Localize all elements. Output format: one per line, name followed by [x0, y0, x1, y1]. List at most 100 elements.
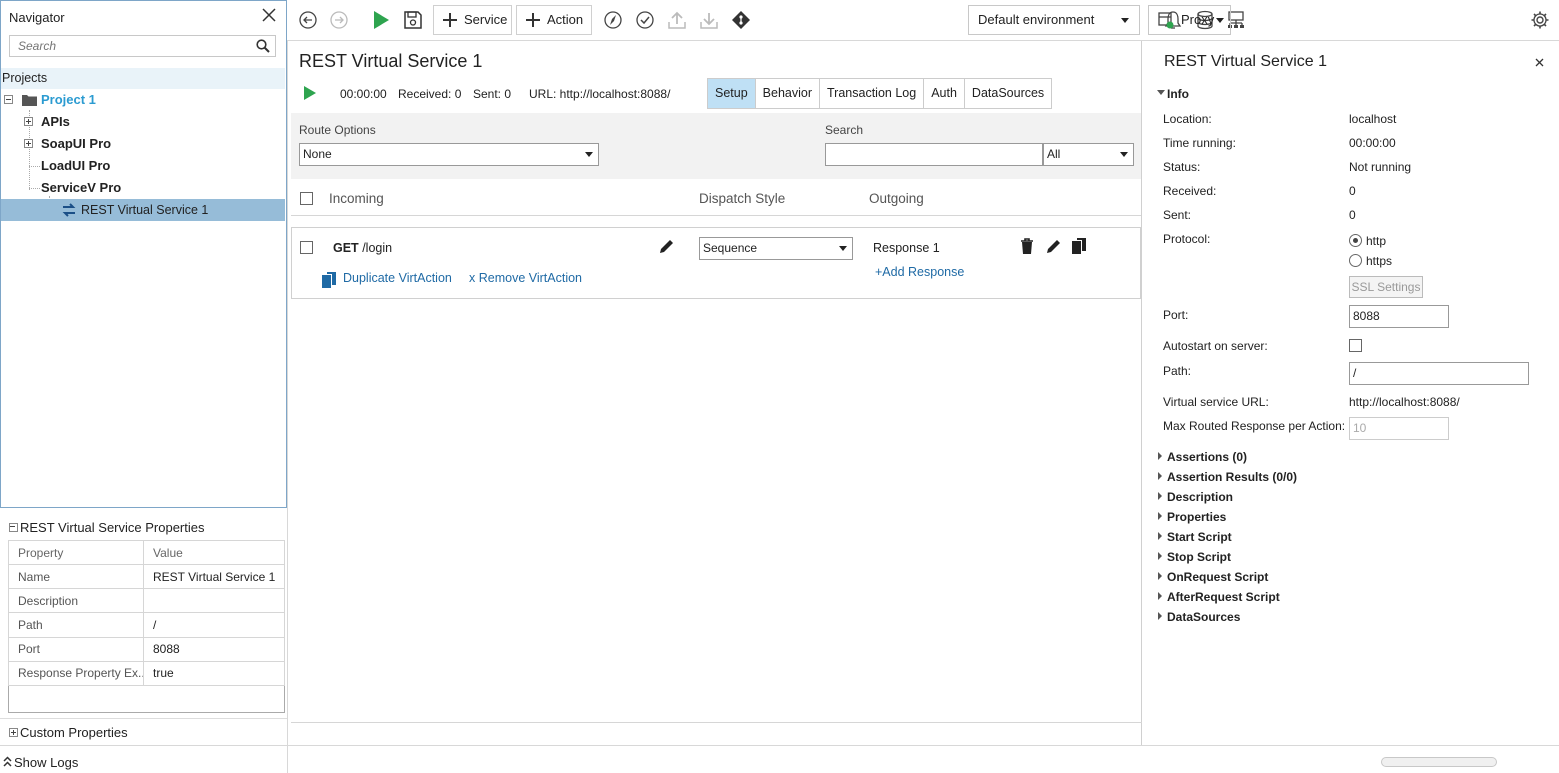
- divider: [291, 215, 1141, 216]
- expand-icon[interactable]: [9, 728, 18, 737]
- tree-item-project[interactable]: Project 1: [41, 89, 96, 111]
- expand-icon[interactable]: [24, 117, 33, 126]
- compass-icon[interactable]: [603, 10, 623, 30]
- remove-virtaction-link[interactable]: x Remove VirtAction: [469, 271, 582, 285]
- run-icon[interactable]: [371, 10, 391, 30]
- tab-setup[interactable]: Setup: [708, 79, 756, 108]
- git-icon[interactable]: [731, 10, 751, 30]
- tree-item-apis[interactable]: APIs: [41, 111, 70, 133]
- status-label: Status:: [1163, 160, 1201, 174]
- chevron-right-icon[interactable]: [1158, 532, 1162, 540]
- table-row[interactable]: Path /: [8, 612, 286, 638]
- chevron-down-icon[interactable]: [1157, 90, 1165, 95]
- chevron-right-icon[interactable]: [1158, 552, 1162, 560]
- response-name[interactable]: Response 1: [873, 241, 940, 255]
- pencil-icon[interactable]: [1045, 238, 1062, 255]
- forward-icon[interactable]: [329, 10, 349, 30]
- add-action-label: Action: [547, 12, 584, 27]
- table-row[interactable]: Name REST Virtual Service 1: [8, 564, 286, 590]
- action-checkbox[interactable]: [300, 241, 313, 254]
- tree-item-loadui[interactable]: LoadUI Pro: [41, 155, 110, 177]
- chevron-right-icon[interactable]: [1158, 512, 1162, 520]
- download-icon[interactable]: [699, 10, 719, 30]
- property-value[interactable]: true: [142, 660, 286, 686]
- pencil-icon[interactable]: [658, 238, 675, 255]
- action-endpoint[interactable]: GET /login: [333, 241, 392, 255]
- search-input[interactable]: [10, 36, 240, 56]
- check-circle-icon[interactable]: [635, 10, 655, 30]
- datasources-section[interactable]: DataSources: [1167, 610, 1240, 624]
- add-response-link[interactable]: +Add Response: [875, 265, 964, 279]
- afterrequest-script-section[interactable]: AfterRequest Script: [1167, 590, 1280, 604]
- description-section[interactable]: Description: [1167, 490, 1233, 504]
- max-routed-field[interactable]: 10: [1349, 417, 1449, 440]
- table-row[interactable]: Response Property Ex... true: [8, 660, 286, 686]
- close-icon[interactable]: [262, 8, 276, 22]
- http-radio[interactable]: [1349, 234, 1362, 247]
- chevron-right-icon[interactable]: [1158, 612, 1162, 620]
- https-radio[interactable]: [1349, 254, 1362, 267]
- collapse-icon[interactable]: [9, 523, 18, 532]
- custom-properties-toggle[interactable]: Custom Properties: [20, 725, 128, 740]
- trash-icon[interactable]: [1020, 238, 1034, 254]
- tab-transaction-log[interactable]: Transaction Log: [820, 79, 925, 108]
- property-value[interactable]: 8088: [142, 636, 286, 662]
- property-value[interactable]: /: [142, 612, 286, 638]
- duplicate-icon[interactable]: [321, 271, 337, 288]
- play-icon[interactable]: [303, 86, 316, 100]
- table-row[interactable]: Description: [8, 588, 286, 614]
- chevron-right-icon[interactable]: [1158, 492, 1162, 500]
- onrequest-script-section[interactable]: OnRequest Script: [1167, 570, 1268, 584]
- horizontal-scrollbar[interactable]: [1381, 757, 1497, 767]
- proxy-button[interactable]: Proxy: [1148, 5, 1231, 35]
- save-icon[interactable]: [403, 10, 423, 30]
- port-field[interactable]: 8088: [1349, 305, 1449, 328]
- environment-value: Default environment: [978, 12, 1095, 27]
- property-value[interactable]: [142, 588, 286, 614]
- chevron-right-icon[interactable]: [1158, 572, 1162, 580]
- received-label: Received:: [1163, 184, 1217, 198]
- chevron-right-icon[interactable]: [1158, 452, 1162, 460]
- dispatch-style-select[interactable]: Sequence: [699, 237, 853, 260]
- copy-icon[interactable]: [1071, 237, 1088, 255]
- tree-item-soapui[interactable]: SoapUI Pro: [41, 133, 111, 155]
- tab-behavior[interactable]: Behavior: [756, 79, 821, 108]
- duplicate-virtaction-link[interactable]: Duplicate VirtAction: [343, 271, 452, 285]
- tree-item-virtual-service[interactable]: REST Virtual Service 1: [81, 199, 208, 221]
- environment-select[interactable]: Default environment: [968, 5, 1140, 35]
- assertions-section[interactable]: Assertions (0): [1167, 450, 1247, 464]
- chevron-right-icon[interactable]: [1158, 592, 1162, 600]
- path-field[interactable]: /: [1349, 362, 1529, 385]
- ssl-settings-button[interactable]: SSL Settings: [1349, 276, 1423, 298]
- chevron-right-icon[interactable]: [1158, 472, 1162, 480]
- properties-section[interactable]: Properties: [1167, 510, 1226, 524]
- search-filter-select[interactable]: All: [1043, 143, 1134, 166]
- tree-item-servicev[interactable]: ServiceV Pro: [41, 177, 121, 199]
- autostart-checkbox[interactable]: [1349, 339, 1362, 352]
- expand-icon[interactable]: [24, 139, 33, 148]
- tab-datasources[interactable]: DataSources: [965, 79, 1051, 108]
- collapse-icon[interactable]: [4, 95, 13, 104]
- property-value[interactable]: REST Virtual Service 1: [142, 564, 286, 590]
- chevron-down-icon: [1121, 18, 1129, 23]
- back-icon[interactable]: [298, 10, 318, 30]
- stop-script-section[interactable]: Stop Script: [1167, 550, 1231, 564]
- tab-auth[interactable]: Auth: [924, 79, 965, 108]
- close-icon[interactable]: [1535, 58, 1544, 67]
- start-script-section[interactable]: Start Script: [1167, 530, 1232, 544]
- route-options-select[interactable]: None: [299, 143, 599, 166]
- gear-icon[interactable]: [1530, 10, 1550, 30]
- info-section[interactable]: Info: [1167, 87, 1189, 101]
- navigator-search[interactable]: [9, 35, 276, 57]
- search-input[interactable]: [825, 143, 1043, 166]
- add-action-button[interactable]: Action: [516, 5, 592, 35]
- upload-icon[interactable]: [667, 10, 687, 30]
- chevron-up-icon[interactable]: [3, 756, 12, 768]
- assertion-results-section[interactable]: Assertion Results (0/0): [1167, 470, 1297, 484]
- received-count: Received: 0: [398, 87, 462, 101]
- show-logs-button[interactable]: Show Logs: [14, 755, 78, 770]
- select-all-checkbox[interactable]: [300, 192, 313, 205]
- add-service-button[interactable]: Service: [433, 5, 512, 35]
- table-row[interactable]: Port 8088: [8, 636, 286, 662]
- search-icon[interactable]: [256, 39, 270, 53]
